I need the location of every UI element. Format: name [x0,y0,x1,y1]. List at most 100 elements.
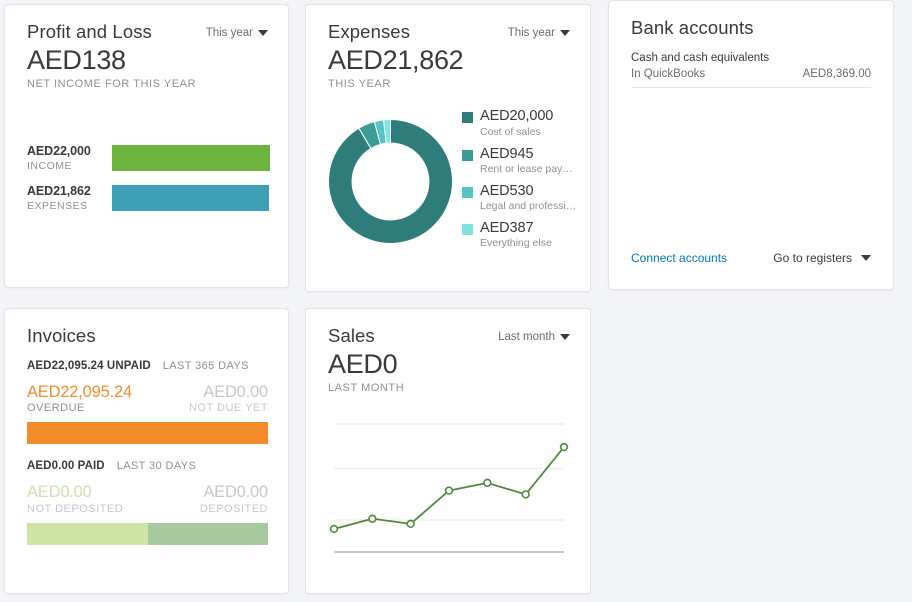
bank-accounts-list: Cash and cash equivalents In QuickBooks … [609,38,893,88]
income-label: INCOME [27,160,112,172]
unpaid-progress-bar[interactable] [27,422,268,444]
legend-item[interactable]: AED530Legal and professi… [462,183,578,212]
invoices-card: Invoices AED22,095.24 UNPAID LAST 365 DA… [4,308,289,594]
expenses-title: Expenses [328,22,410,42]
unpaid-summary: AED22,095.24 UNPAID [27,360,151,372]
legend-description: Everything else [480,237,552,249]
paid-values: AED0.00 NOT DEPOSITED AED0.00 DEPOSITED [27,483,268,514]
bank-account-row[interactable]: In QuickBooks AED8,369.00 [631,66,871,88]
expenses-label: EXPENSES [27,200,112,212]
bank-accounts-card: Bank accounts Cash and cash equivalents … [608,0,894,290]
expenses-total-amount: AED21,862 [328,44,568,77]
not-deposited-block: AED0.00 NOT DEPOSITED [27,483,123,514]
sales-total-block: AED0 LAST MONTH [306,346,590,394]
card-header: Sales Last month [306,309,590,346]
not-due-label: NOT DUE YET [189,402,268,414]
bank-accounts-footer: Connect accounts Go to registers [609,251,893,265]
overdue-value: AED22,095.24 [27,383,132,401]
donut-svg[interactable] [327,118,454,245]
sales-data-point[interactable] [369,516,376,523]
expenses-total-caption: THIS YEAR [328,78,568,90]
expenses-donut-chart [320,106,460,257]
sales-data-point[interactable] [407,521,414,528]
net-income-caption: NET INCOME FOR THIS YEAR [27,78,266,90]
sales-line-chart [306,414,590,569]
go-to-registers-label: Go to registers [773,251,852,265]
connect-accounts-link[interactable]: Connect accounts [631,251,727,265]
income-bar-track [112,145,270,171]
invoices-title: Invoices [27,326,96,346]
invoices-body: AED22,095.24 UNPAID LAST 365 DAYS AED22,… [5,346,288,544]
expenses-amount: AED21,862 [27,184,112,199]
bar-row-labels: AED22,000 INCOME [27,144,112,172]
profit-and-loss-card: Profit and Loss This year AED138 NET INC… [4,4,289,288]
net-income-block: AED138 NET INCOME FOR THIS YEAR [5,42,288,90]
legend-amount: AED530 [480,183,576,199]
not-due-block: AED0.00 NOT DUE YET [189,383,268,414]
unpaid-heading: AED22,095.24 UNPAID LAST 365 DAYS [27,360,268,372]
sales-chart-svg[interactable] [306,414,592,564]
legend-amount: AED945 [480,146,573,162]
profit-and-loss-bar-chart: AED22,000 INCOME AED21,862 EXPENSES [5,144,288,212]
go-to-registers-menu[interactable]: Go to registers [773,251,871,265]
not-due-value: AED0.00 [189,383,268,401]
sales-title: Sales [328,326,375,346]
bar-row-labels: AED21,862 EXPENSES [27,184,112,212]
overdue-label: OVERDUE [27,402,132,414]
legend-item[interactable]: AED20,000 Cost of sales [462,108,578,137]
not-deposited-label: NOT DEPOSITED [27,503,123,515]
expenses-chart-area: AED20,000 Cost of sales AED945Rent or leas… [306,94,590,257]
legend-description: Legal and professi… [480,200,576,212]
legend-swatch-icon [462,224,473,235]
sales-total-caption: LAST MONTH [328,382,568,394]
bar-segment-deposited[interactable] [148,523,269,545]
chevron-down-icon [560,334,570,340]
sales-data-point[interactable] [446,487,453,494]
legend-swatch-icon [462,112,473,123]
card-header: Expenses This year [306,5,590,42]
period-label: This year [508,27,555,39]
expenses-card: Expenses This year AED21,862 THIS YEAR A… [305,4,591,292]
card-header: Invoices [5,309,288,346]
period-selector-expenses[interactable]: This year [508,22,570,39]
legend-swatch-icon [462,150,473,161]
bar-segment-overdue[interactable] [27,422,268,444]
income-bar-fill[interactable] [112,145,270,171]
card-header: Bank accounts [609,1,893,38]
paid-progress-bar[interactable] [27,523,268,545]
sales-data-point[interactable] [484,480,491,487]
card-header: Profit and Loss This year [5,5,288,42]
paid-heading: AED0.00 PAID LAST 30 DAYS [27,460,268,472]
legend-amount: AED20,000 [480,108,553,124]
legend-swatch-icon [462,187,473,198]
bar-segment-not-deposited[interactable] [27,523,148,545]
sales-data-point[interactable] [331,526,338,533]
legend-item[interactable]: AED387Everything else [462,220,578,249]
net-income-amount: AED138 [27,44,266,77]
paid-range: LAST 30 DAYS [117,460,197,472]
chevron-down-icon [861,255,871,261]
overdue-block: AED22,095.24 OVERDUE [27,383,132,414]
dashboard: Profit and Loss This year AED138 NET INC… [0,0,912,602]
legend-description: Cost of sales [480,126,553,138]
expenses-bar-track [112,185,270,211]
deposited-label: DEPOSITED [200,503,268,515]
sales-data-point[interactable] [522,491,529,498]
expenses-bar-fill[interactable] [112,185,269,211]
sales-card: Sales Last month AED0 LAST MONTH [305,308,591,594]
legend-amount: AED387 [480,220,552,236]
not-deposited-value: AED0.00 [27,483,123,501]
legend-item[interactable]: AED945Rent or lease pay… [462,146,578,175]
deposited-block: AED0.00 DEPOSITED [200,483,268,514]
period-selector-profit-and-loss[interactable]: This year [206,22,268,39]
bank-account-name: Cash and cash equivalents [631,50,871,66]
expenses-legend: AED20,000 Cost of sales AED945Rent or leas… [460,106,578,257]
bar-row-income: AED22,000 INCOME [27,144,270,172]
period-label: Last month [498,331,555,343]
unpaid-values: AED22,095.24 OVERDUE AED0.00 NOT DUE YET [27,383,268,414]
sales-data-point[interactable] [561,444,568,451]
period-selector-sales[interactable]: Last month [498,326,570,343]
deposited-value: AED0.00 [200,483,268,501]
chevron-down-icon [560,30,570,36]
bank-accounts-title: Bank accounts [631,18,754,38]
